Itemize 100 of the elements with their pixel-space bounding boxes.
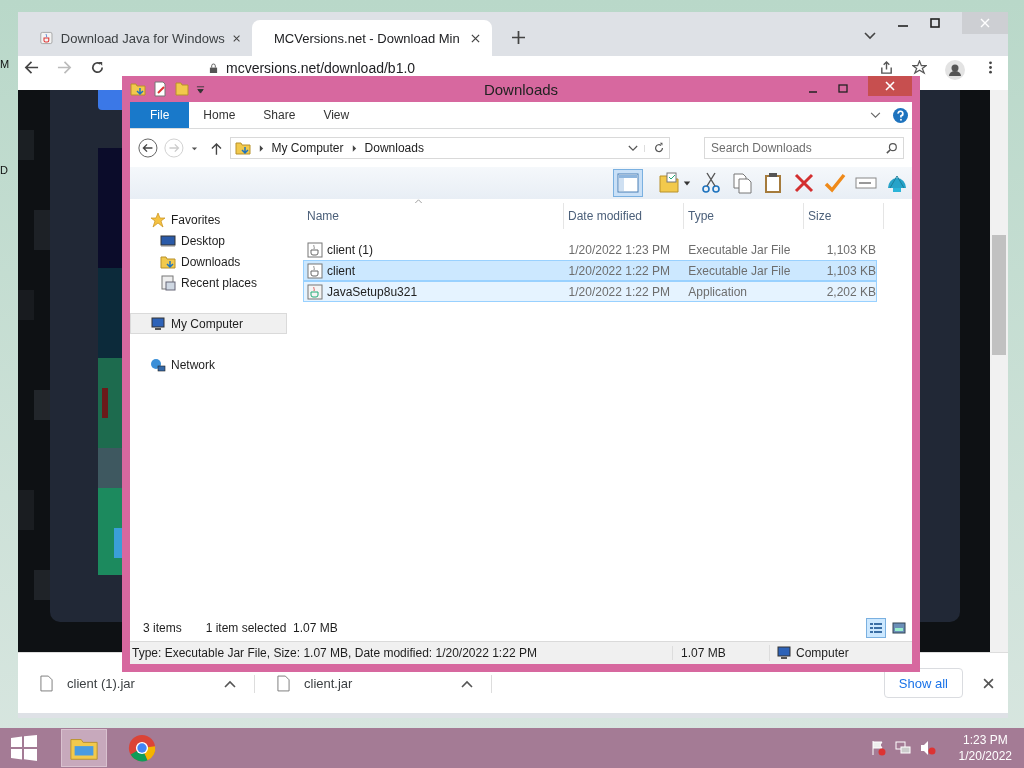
edge-letter: D [0,164,8,176]
speaker-muted-icon[interactable] [919,740,936,756]
size-cell-text: 1,103 KB [825,263,876,278]
pane-icon [617,172,639,194]
ribbon-tab[interactable]: View [309,102,364,128]
star-icon [150,211,166,228]
maximize-icon[interactable] [930,18,940,28]
search-field[interactable]: Search Downloads [704,137,904,159]
size-cell-text: 1,103 KB [825,242,876,257]
column-header[interactable]: Size [804,203,884,229]
type-cell-text: Executable Jar File [687,242,792,257]
folder-icon[interactable] [130,81,146,97]
chevron-right-icon [258,144,264,152]
dropdown-icon[interactable] [683,179,691,187]
file-name: JavaSetup8u321 [327,284,418,299]
nav-item[interactable]: Favorites [130,209,287,230]
close-icon[interactable] [983,677,994,689]
close-icon[interactable] [232,33,240,43]
browser-tab[interactable]: MCVersions.net - Download Min [252,20,492,56]
close-icon[interactable] [471,33,480,43]
action-center-flag-icon[interactable] [869,740,886,756]
nav-item[interactable]: Desktop [130,230,287,251]
java-file-icon [307,241,323,258]
monitor-icon [160,232,176,249]
caret-icon[interactable] [224,679,236,688]
checkmark-icon[interactable] [824,172,846,194]
status-text: Type: Executable Jar File, Size: 1.07 MB, Date modified: 1/20/2022 1:22 PM [131,646,538,660]
help-icon[interactable] [893,107,908,123]
ribbon-tab[interactable]: Share [249,102,310,128]
browser-icon [127,733,157,763]
download-item[interactable]: client (1).jar [18,674,255,693]
up-arrow-icon[interactable] [210,141,222,155]
close-icon [980,18,990,28]
copy-icon[interactable] [731,172,753,194]
java-cup-icon [40,30,53,46]
date-cell-text: 1/20/2022 1:22 PM [567,284,671,299]
lock-icon [209,63,218,74]
type-cell-text: Executable Jar File [687,263,792,278]
close-icon [885,81,895,91]
file-name: client (1) [327,242,373,257]
computer-icon [150,315,166,332]
windows-logo-icon[interactable] [11,735,37,761]
nav-item[interactable]: Network [130,354,287,375]
status-size: 1.07 MB [672,646,769,660]
ribbon-tab[interactable]: File [130,102,190,128]
selection-info: 1 item selected 1.07 MB [205,621,338,635]
scissors-icon[interactable] [700,172,722,194]
url-text: mcversions.net/download/b1.0 [226,60,416,76]
clock[interactable]: 1:23 PM 1/20/2022 [944,732,1024,764]
tab-title: MCVersions.net - Download Min [274,30,461,46]
nav-item[interactable]: My Computer [130,313,287,334]
file-row[interactable]: client (1) 1/20/2022 1:23 PM Executable Jar File 1,103 KB [303,239,877,260]
network-icon [150,356,166,373]
nav-item[interactable]: Recent places [130,272,287,293]
chevron-down-icon[interactable] [870,111,881,119]
chevron-down-icon[interactable] [864,32,876,40]
delete-icon[interactable] [793,172,815,194]
back-icon[interactable] [138,138,158,158]
column-header[interactable]: Name [303,203,564,229]
date-cell-text: 1/20/2022 1:23 PM [567,242,671,257]
clock-time: 1:23 PM [962,732,1008,748]
properties-icon[interactable] [152,81,168,97]
reload-icon[interactable] [90,60,105,75]
network-icon[interactable] [894,740,911,756]
browser-tab[interactable]: Download Java for Windows [28,20,252,56]
star-icon[interactable] [912,60,927,75]
setup-file-icon [307,283,323,300]
file-row[interactable]: JavaSetup8u321 1/20/2022 1:22 PM Application 2,202 KB [303,281,877,302]
column-header[interactable]: Date modified [564,203,684,229]
item-count: 3 items [143,621,182,635]
breadcrumb-item[interactable]: Downloads [364,141,424,155]
status-location: Computer [796,646,849,660]
show-all-button[interactable]: Show all [883,668,963,698]
file-name: client.jar [304,676,354,691]
details-view-button[interactable] [866,618,886,638]
address-field[interactable]: My Computer Downloads [229,137,670,159]
back-icon[interactable] [24,60,39,75]
breadcrumb-item[interactable]: My Computer [271,141,344,155]
window-title: Downloads [483,80,559,98]
column-header[interactable]: Type [684,203,804,229]
edge-letter: M [0,58,10,70]
share-icon[interactable] [879,60,894,75]
refresh-icon[interactable] [653,142,665,154]
list-icon [869,622,883,634]
folder-icon [160,253,176,270]
profile-icon[interactable] [945,60,965,80]
scrollbar[interactable] [990,90,1008,652]
caret-icon[interactable] [461,679,473,688]
tile-icon [892,622,906,634]
download-item[interactable]: client.jar [255,674,492,693]
recent-places-icon [160,274,176,291]
file-row[interactable]: client 1/20/2022 1:22 PM Executable Jar File 1,103 KB [303,260,877,281]
ribbon-tab[interactable]: Home [189,102,250,128]
nav-item[interactable]: Downloads [130,251,287,272]
clipboard-icon[interactable] [762,172,784,194]
file-name: client [327,263,355,278]
new-tab-icon[interactable] [512,31,525,44]
folder-icon [234,140,251,156]
file-icon [277,675,290,692]
size-cell-text: 2,202 KB [825,284,876,299]
